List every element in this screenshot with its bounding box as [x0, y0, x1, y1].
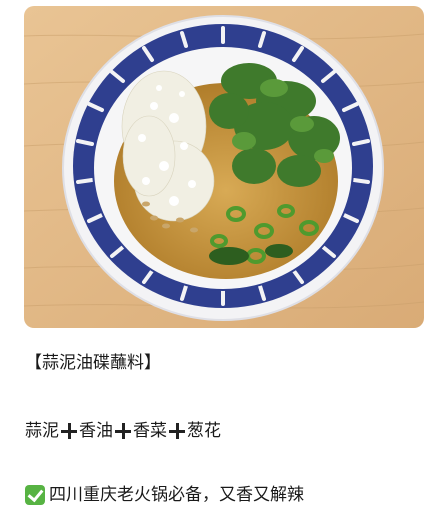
ingredients-formula: 蒜泥 香油 香菜 葱花 [25, 419, 221, 443]
ingredient-scallion: 葱花 [187, 421, 221, 441]
heavy-plus-icon [115, 423, 131, 439]
ingredient-sesame-oil: 香油 [79, 421, 113, 441]
heavy-plus-icon [61, 423, 77, 439]
food-photo[interactable] [24, 6, 424, 328]
heavy-plus-icon [169, 423, 185, 439]
ingredient-cilantro: 香菜 [133, 421, 167, 441]
recipe-title: 【蒜泥油碟蘸料】 [25, 353, 161, 373]
note-text: 四川重庆老火锅必备，又香又解辣 [49, 485, 304, 505]
ingredient-garlic: 蒜泥 [25, 421, 59, 441]
recipe-note: 四川重庆老火锅必备，又香又解辣 [25, 483, 304, 507]
dipping-sauce-bowl-image [24, 6, 424, 328]
check-mark-button-icon [25, 485, 45, 505]
